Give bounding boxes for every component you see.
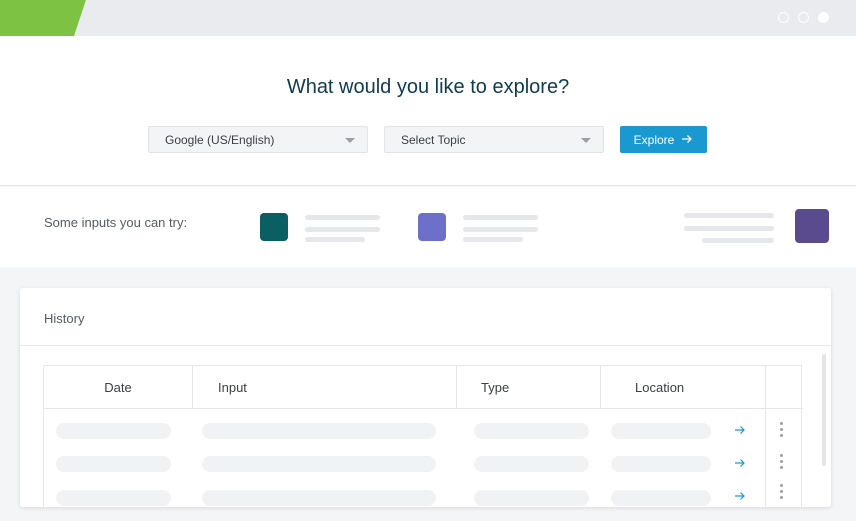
placeholder-cell bbox=[202, 423, 436, 439]
suggestion-placeholder-line bbox=[684, 213, 774, 218]
placeholder-cell bbox=[56, 456, 171, 472]
placeholder-cell bbox=[611, 456, 711, 472]
suggested-inputs-label: Some inputs you can try: bbox=[44, 215, 188, 230]
arrow-right-icon bbox=[682, 133, 693, 147]
column-header-location[interactable]: Location bbox=[601, 366, 766, 408]
topic-select[interactable]: Select Topic bbox=[384, 126, 604, 153]
history-scrollbar[interactable] bbox=[822, 354, 826, 466]
history-table: Date Input Type Location bbox=[43, 365, 803, 507]
window-dot-filled-icon[interactable] bbox=[818, 12, 829, 23]
source-select-value: Google (US/English) bbox=[165, 132, 275, 147]
placeholder-cell bbox=[56, 423, 171, 439]
suggested-inputs: Some inputs you can try: bbox=[0, 187, 856, 267]
placeholder-cell bbox=[474, 423, 589, 439]
placeholder-cell bbox=[611, 490, 711, 506]
suggestion-placeholder-line bbox=[702, 238, 774, 243]
window-dot-icon[interactable] bbox=[778, 12, 789, 23]
placeholder-cell bbox=[56, 490, 171, 506]
suggestion-swatch[interactable] bbox=[260, 213, 288, 241]
more-vertical-icon[interactable] bbox=[780, 484, 784, 502]
suggestion-swatch[interactable] bbox=[418, 213, 446, 241]
top-bar-band bbox=[74, 0, 774, 36]
more-vertical-icon[interactable] bbox=[780, 454, 784, 472]
explore-panel: What would you like to explore? Google (… bbox=[0, 36, 856, 186]
suggestion-placeholder-line bbox=[463, 237, 523, 242]
suggestion-placeholder-line bbox=[684, 226, 774, 231]
placeholder-cell bbox=[202, 456, 436, 472]
explore-button-label: Explore bbox=[633, 132, 675, 147]
column-header-type[interactable]: Type bbox=[457, 366, 601, 408]
source-select[interactable]: Google (US/English) bbox=[148, 126, 368, 153]
suggestion-placeholder-line bbox=[305, 237, 365, 242]
more-vertical-icon[interactable] bbox=[780, 422, 784, 440]
chevron-down-icon bbox=[345, 138, 355, 143]
brand-accent-stripe bbox=[0, 0, 86, 36]
divider bbox=[20, 345, 831, 346]
placeholder-cell bbox=[202, 490, 436, 506]
topic-select-placeholder: Select Topic bbox=[401, 132, 466, 147]
column-divider bbox=[765, 408, 766, 507]
suggestion-placeholder-line bbox=[463, 227, 538, 232]
page-title: What would you like to explore? bbox=[286, 76, 570, 98]
suggestion-placeholder-line bbox=[305, 227, 380, 232]
placeholder-cell bbox=[474, 490, 589, 506]
arrow-right-icon[interactable] bbox=[735, 490, 746, 504]
explore-button[interactable]: Explore bbox=[620, 126, 707, 153]
header-divider bbox=[44, 408, 803, 409]
suggestion-placeholder-line bbox=[305, 215, 380, 220]
column-header-date[interactable]: Date bbox=[44, 366, 193, 408]
placeholder-cell bbox=[474, 456, 589, 472]
window-dot-icon[interactable] bbox=[798, 12, 809, 23]
arrow-right-icon[interactable] bbox=[735, 424, 746, 438]
suggestion-swatch[interactable] bbox=[795, 209, 829, 243]
suggestion-placeholder-line bbox=[463, 215, 538, 220]
placeholder-cell bbox=[611, 423, 711, 439]
top-bar bbox=[0, 0, 856, 36]
history-title: History bbox=[44, 311, 85, 326]
window-controls bbox=[778, 12, 829, 23]
chevron-down-icon bbox=[581, 138, 591, 143]
history-card: History Date Input Type Location bbox=[20, 288, 831, 507]
arrow-right-icon[interactable] bbox=[735, 457, 746, 471]
column-header-input[interactable]: Input bbox=[193, 366, 457, 408]
